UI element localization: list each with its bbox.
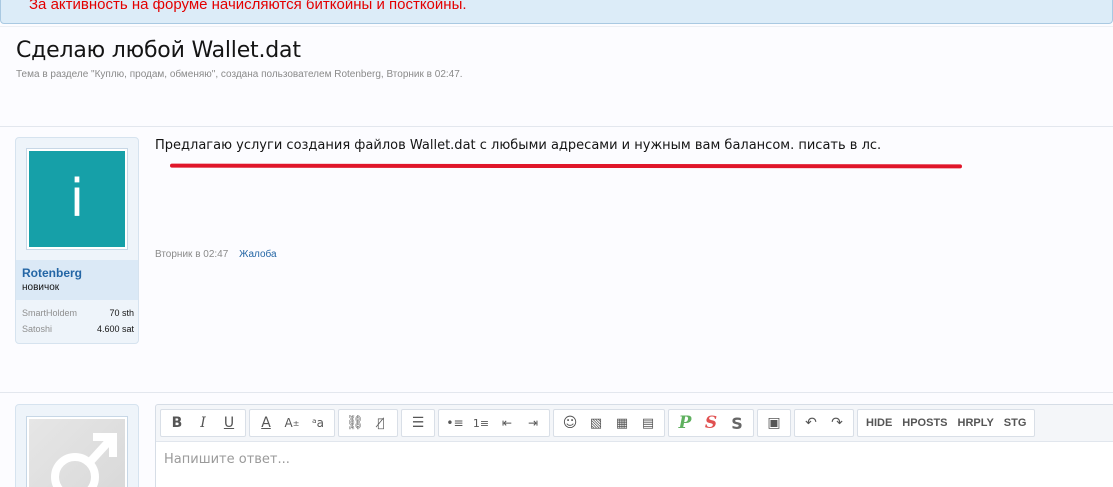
- post-message: Предлагаю услуги создания файлов Wallet.…: [155, 138, 882, 153]
- reply-editor: B I U A A± ᵃa ⛓ ⛓̸ ☰ •≡ 1≡ ⇤ ⇥ ☺ ▧ ▦ ▤: [155, 404, 1113, 487]
- undo-icon[interactable]: ↶: [798, 411, 824, 435]
- link-icon[interactable]: ⛓: [342, 411, 368, 435]
- toolbar-group: ↶ ↷: [794, 409, 854, 437]
- s-grey-icon[interactable]: S: [724, 411, 750, 435]
- username-link[interactable]: Rotenberg: [22, 266, 138, 280]
- redo-icon[interactable]: ↷: [824, 411, 850, 435]
- post-date[interactable]: Вторник в 02:47: [155, 249, 228, 260]
- toolbar-group: ☰: [401, 409, 435, 437]
- toolbar-group: ☺ ▧ ▦ ▤: [553, 409, 665, 437]
- image-icon[interactable]: ▧: [583, 411, 609, 435]
- divider: [0, 126, 1113, 127]
- avatar[interactable]: i: [29, 151, 125, 247]
- user-rank: новичок: [22, 282, 60, 293]
- numbered-list-icon[interactable]: 1≡: [468, 411, 494, 435]
- bullet-list-icon[interactable]: •≡: [442, 411, 468, 435]
- toolbar-group: P S S: [668, 409, 754, 437]
- divider: [0, 392, 1113, 393]
- reply-author-card: [15, 404, 139, 487]
- avatar-frame: [26, 416, 128, 487]
- toolbar-group: A A ± ᵃa: [249, 409, 335, 437]
- toolbar-group: HIDE HPOSTS HRPLY STG: [857, 409, 1036, 437]
- editor-toolbar: B I U A A± ᵃa ⛓ ⛓̸ ☰ •≡ 1≡ ⇤ ⇥ ☺ ▧ ▦ ▤: [160, 409, 1036, 437]
- smiley-icon[interactable]: ☺: [557, 411, 583, 435]
- reply-textarea[interactable]: Напишите ответ...: [156, 441, 1113, 487]
- outdent-icon[interactable]: ⇤: [494, 411, 520, 435]
- p-icon[interactable]: P: [672, 411, 698, 435]
- user-stats: SmartHoldem 70 sth Satoshi 4.600 sat: [22, 308, 134, 340]
- user-info: Rotenberg новичок: [16, 260, 138, 300]
- hposts-button[interactable]: HPOSTS: [897, 411, 952, 435]
- notice-text: За активность на форуме начисляются битк…: [29, 0, 467, 13]
- avatar-frame[interactable]: i: [26, 148, 128, 250]
- unlink-icon[interactable]: ⛓̸: [368, 411, 394, 435]
- post-meta: Вторник в 02:47 Жалоба: [155, 249, 277, 260]
- divider: [0, 26, 1113, 27]
- s-red-icon[interactable]: S: [698, 411, 724, 435]
- font-size-button[interactable]: A ±: [279, 411, 305, 435]
- font-family-button[interactable]: ᵃa: [305, 411, 331, 435]
- underline-button[interactable]: U: [216, 411, 242, 435]
- thread-title: Сделаю любой Wallet.dat: [16, 38, 301, 63]
- default-avatar: [29, 419, 125, 487]
- male-symbol-icon: [51, 433, 117, 487]
- code-icon[interactable]: ▤: [635, 411, 661, 435]
- stat-label: Satoshi: [22, 324, 53, 334]
- align-left-icon[interactable]: ☰: [405, 411, 431, 435]
- toolbar-group: B I U: [160, 409, 246, 437]
- media-icon[interactable]: ▦: [609, 411, 635, 435]
- report-link[interactable]: Жалоба: [239, 249, 276, 260]
- toolbar-group: ▣: [757, 409, 791, 437]
- thread-subtitle: Тема в разделе "Куплю, продам, обменяю",…: [16, 69, 463, 80]
- bold-button[interactable]: B: [164, 411, 190, 435]
- save-draft-icon[interactable]: ▣: [761, 411, 787, 435]
- hide-button[interactable]: HIDE: [861, 411, 897, 435]
- stg-button[interactable]: STG: [999, 411, 1032, 435]
- italic-button[interactable]: I: [190, 411, 216, 435]
- toolbar-group: ⛓ ⛓̸: [338, 409, 398, 437]
- stat-label: SmartHoldem: [22, 308, 78, 318]
- red-annotation-underline: [169, 163, 963, 169]
- hrply-button[interactable]: HRPLY: [953, 411, 999, 435]
- post-author-card: i Rotenberg новичок SmartHoldem 70 sth S…: [15, 137, 139, 344]
- font-color-button[interactable]: A: [253, 411, 279, 435]
- stat-row: Satoshi 4.600 sat: [22, 324, 134, 340]
- stat-value: 70 sth: [109, 308, 134, 318]
- indent-icon[interactable]: ⇥: [520, 411, 546, 435]
- stat-value: 4.600 sat: [96, 324, 134, 334]
- stat-row: SmartHoldem 70 sth: [22, 308, 134, 324]
- forum-notice-banner: За активность на форуме начисляются битк…: [0, 0, 1113, 24]
- toolbar-group: •≡ 1≡ ⇤ ⇥: [438, 409, 550, 437]
